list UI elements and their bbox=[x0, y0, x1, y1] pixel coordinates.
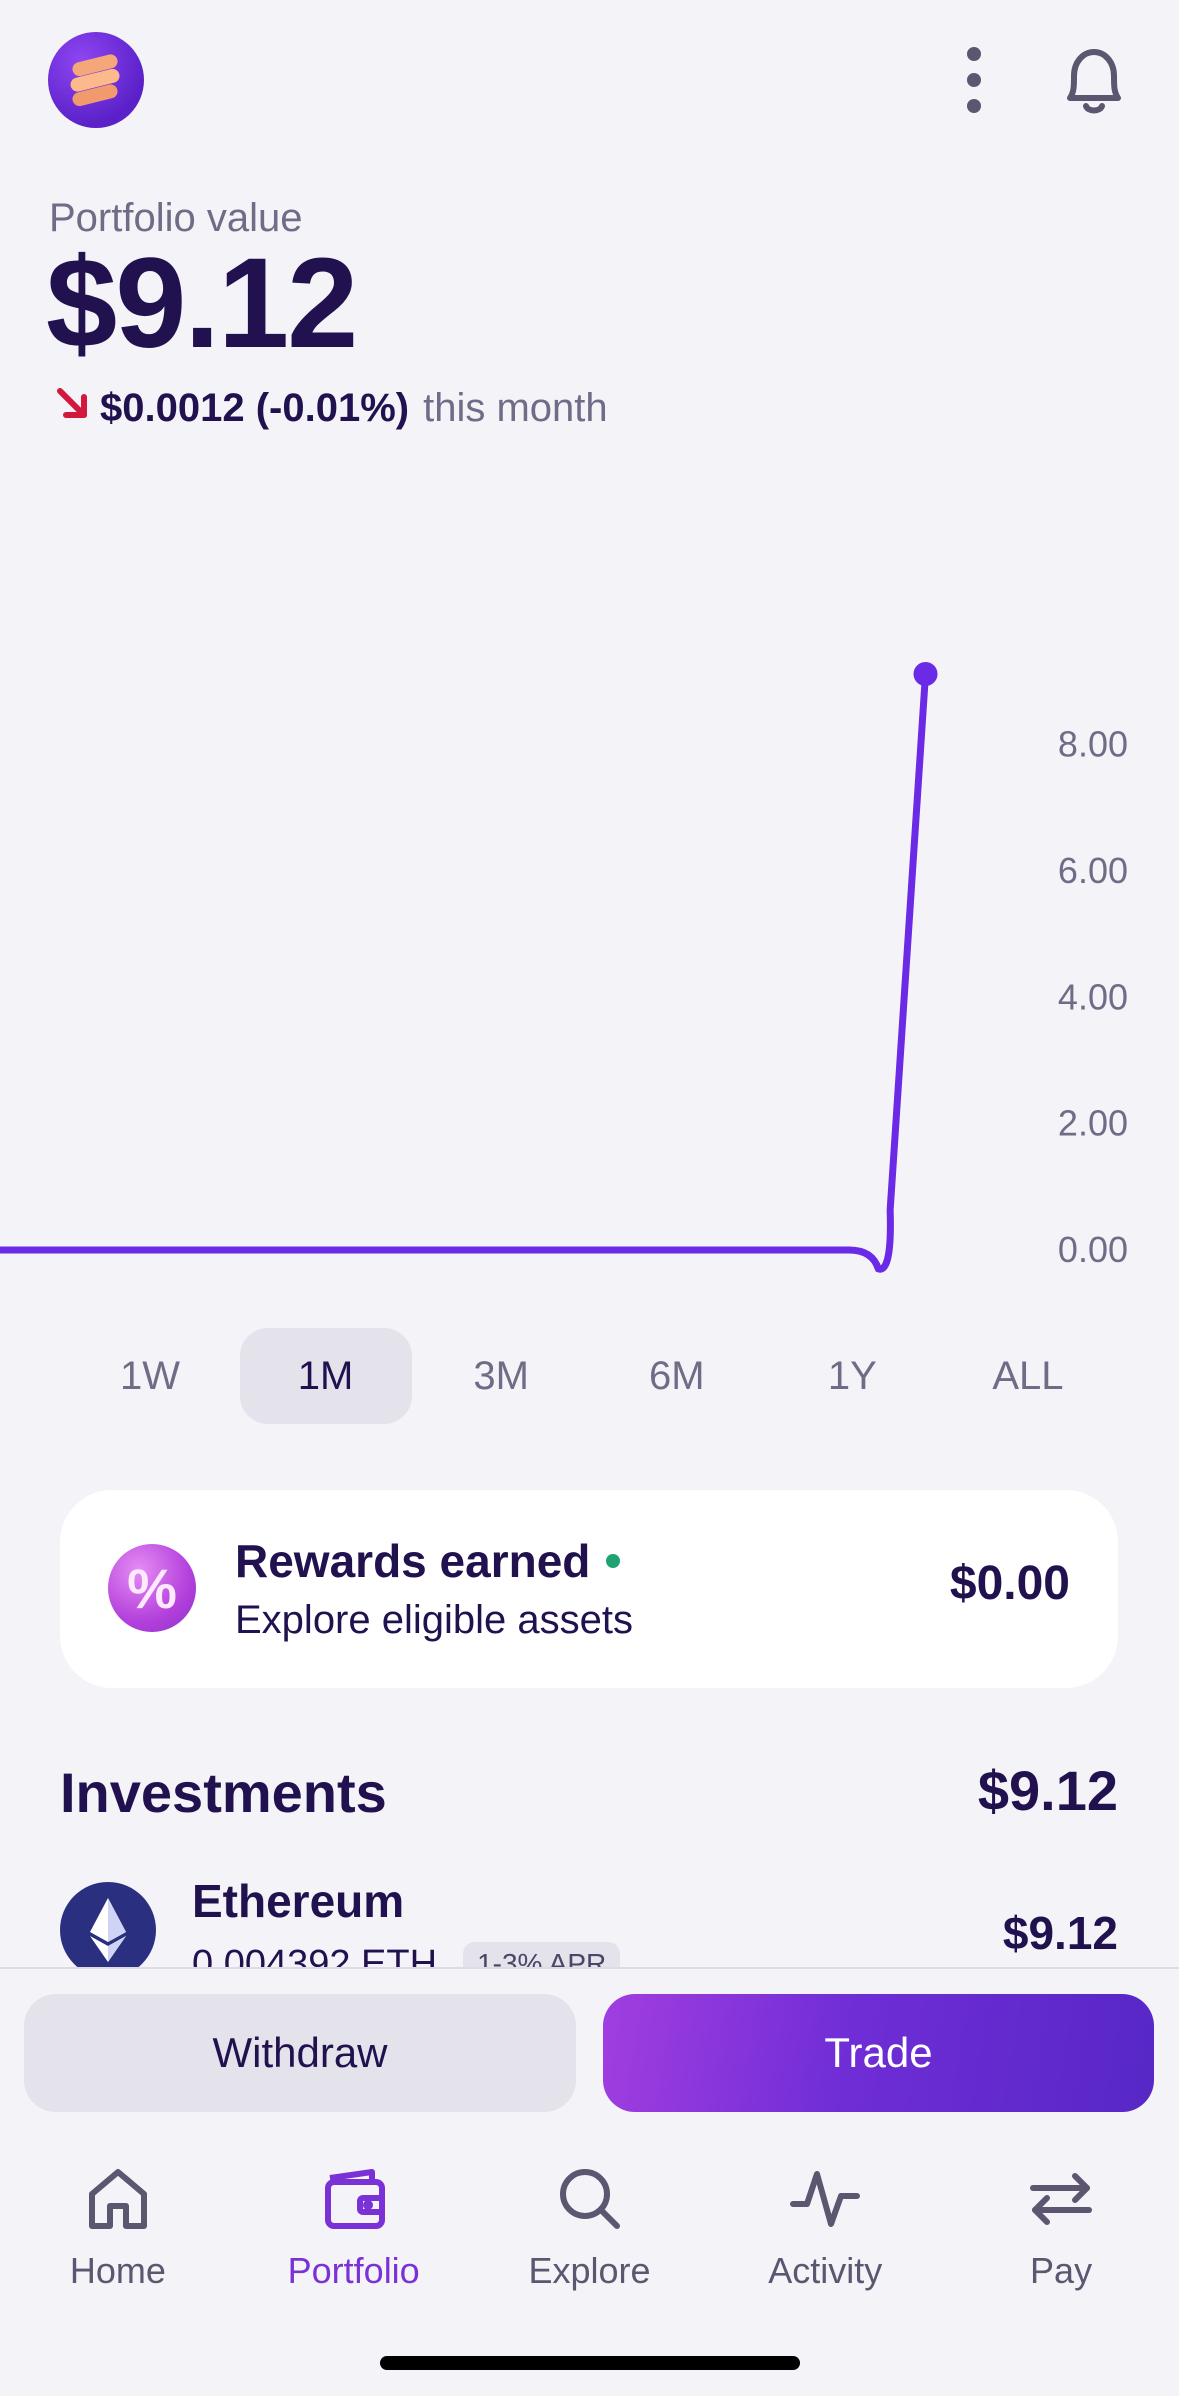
investments-title: Investments bbox=[60, 1761, 387, 1824]
range-tab-3m[interactable]: 3M bbox=[415, 1328, 587, 1424]
range-selector: 1W 1M 3M 6M 1Y ALL bbox=[64, 1328, 1114, 1424]
nav-item-portfolio[interactable]: Portfolio bbox=[254, 2150, 454, 2310]
status-dot bbox=[606, 1554, 621, 1568]
home-icon bbox=[88, 2169, 147, 2229]
rewards-card[interactable]: % Rewards earned Explore eligible assets… bbox=[60, 1490, 1118, 1688]
asset-quantity-row: 0.004392 ETH 1-3% APR bbox=[192, 1942, 621, 1969]
y-tick-label: 4.00 bbox=[1058, 976, 1128, 1017]
more-vertical-icon[interactable] bbox=[950, 42, 998, 118]
bell-icon[interactable] bbox=[1056, 40, 1132, 120]
y-tick-label: 0.00 bbox=[1058, 1229, 1128, 1270]
nav-item-home[interactable]: Home bbox=[18, 2150, 218, 2310]
asset-value: $9.12 bbox=[1002, 1907, 1118, 1959]
arrow-down-right-icon bbox=[52, 383, 92, 433]
portfolio-chart[interactable]: 8.00 6.00 4.00 2.00 0.00 bbox=[0, 560, 1179, 1300]
divider bbox=[0, 1967, 1179, 1969]
percent-icon: % bbox=[108, 1544, 196, 1632]
asset-quantity: 0.004392 ETH bbox=[192, 1942, 438, 1969]
y-tick-label: 2.00 bbox=[1058, 1103, 1128, 1144]
range-tab-1m[interactable]: 1M bbox=[239, 1328, 412, 1424]
y-tick-label: 6.00 bbox=[1058, 850, 1128, 891]
end-point-marker bbox=[913, 662, 938, 686]
rewards-title-row: Rewards earned bbox=[235, 1534, 621, 1588]
home-indicator bbox=[380, 2356, 800, 2370]
nav-label-portfolio: Portfolio bbox=[287, 2250, 420, 2291]
nav-item-pay[interactable]: Pay bbox=[961, 2150, 1161, 2310]
portfolio-screen: Portfolio value $9.12 $0.0012 (-0.01%) t… bbox=[0, 0, 1179, 2396]
rewards-subtitle: Explore eligible assets bbox=[235, 1598, 633, 1642]
ethereum-icon bbox=[60, 1882, 156, 1968]
rewards-amount: $0.00 bbox=[949, 1557, 1070, 1610]
investments-list: Ethereum 0.004392 ETH 1-3% APR $9.12 bbox=[0, 1850, 1179, 1968]
change-period: this month bbox=[423, 385, 608, 430]
app-logo-icon[interactable] bbox=[48, 32, 144, 128]
nav-item-activity[interactable]: Activity bbox=[725, 2150, 925, 2310]
range-tab-1y[interactable]: 1Y bbox=[766, 1328, 938, 1424]
bottom-nav: Home Portfolio Explore Activity Pay bbox=[0, 2150, 1179, 2310]
activity-icon bbox=[790, 2171, 861, 2227]
range-tab-all[interactable]: ALL bbox=[942, 1328, 1114, 1424]
range-tab-6m[interactable]: 6M bbox=[591, 1328, 763, 1424]
nav-item-explore[interactable]: Explore bbox=[489, 2150, 689, 2310]
nav-label-home: Home bbox=[69, 2250, 166, 2291]
trade-button[interactable]: Trade bbox=[603, 1994, 1154, 2112]
asset-name: Ethereum bbox=[192, 1875, 405, 1927]
apr-badge: 1-3% APR bbox=[463, 1942, 621, 1968]
range-tab-1w[interactable]: 1W bbox=[64, 1328, 236, 1424]
rewards-title: Rewards earned bbox=[235, 1535, 591, 1587]
transfer-arrows-icon bbox=[1030, 2173, 1093, 2225]
y-tick-label: 8.00 bbox=[1058, 724, 1128, 765]
withdraw-button[interactable]: Withdraw bbox=[24, 1994, 576, 2112]
portfolio-change: $0.0012 (-0.01%) this month bbox=[52, 383, 608, 433]
nav-label-pay: Pay bbox=[1030, 2250, 1093, 2291]
nav-label-explore: Explore bbox=[528, 2250, 651, 2291]
series-line bbox=[0, 670, 930, 1273]
change-amount: $0.0012 (-0.01%) bbox=[100, 385, 410, 430]
nav-label-activity: Activity bbox=[768, 2250, 883, 2291]
portfolio-value: $9.12 bbox=[46, 232, 358, 375]
search-icon bbox=[560, 2169, 621, 2229]
wallet-icon bbox=[324, 2169, 385, 2229]
investments-total: $9.12 bbox=[977, 1759, 1118, 1822]
